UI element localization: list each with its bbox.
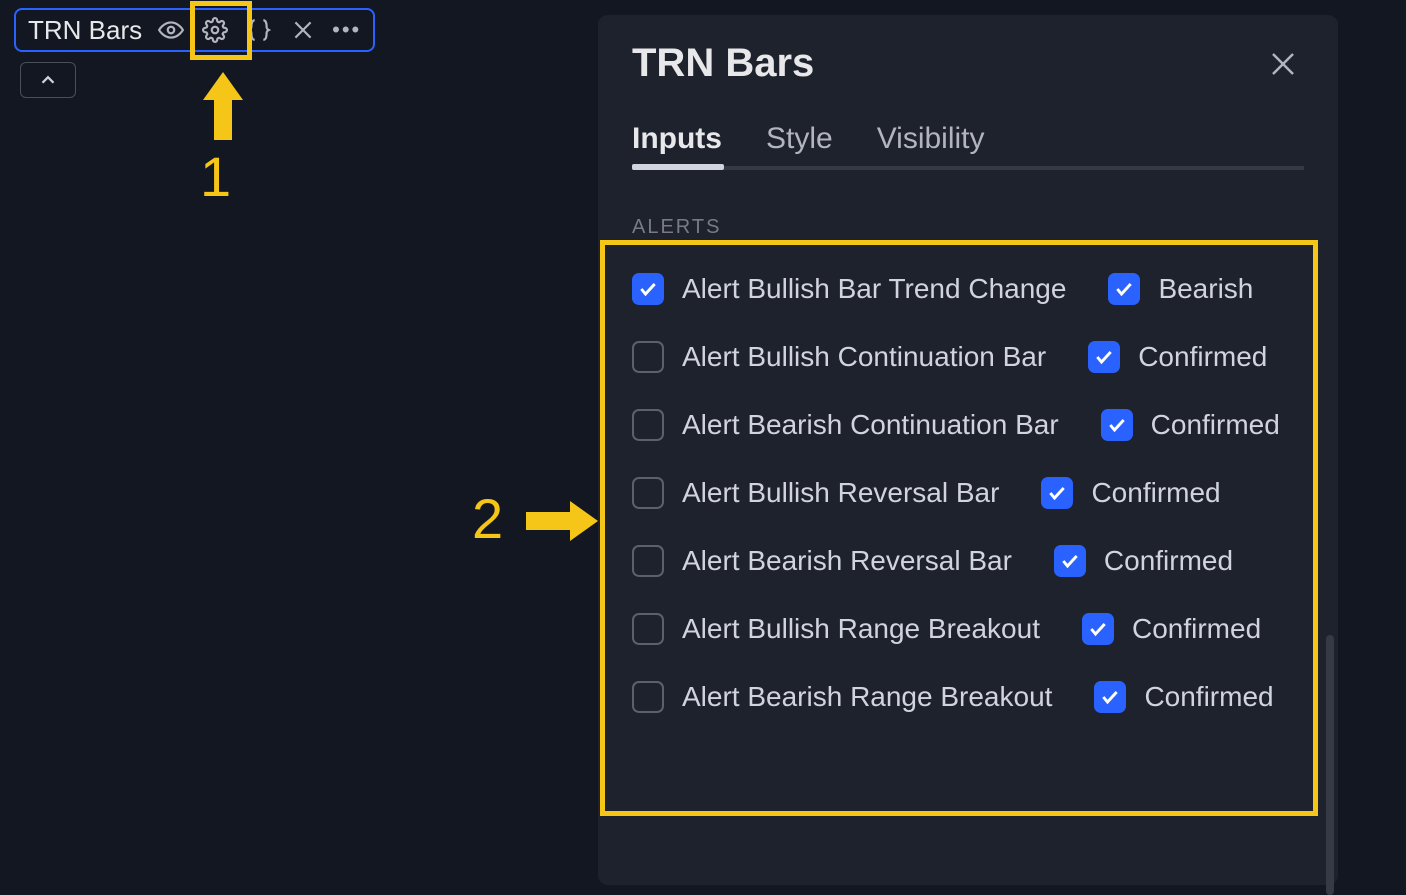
indicator-legend-pill[interactable]: TRN Bars ••• [14,8,375,52]
alert-row: Alert Bearish Range Breakout Confirmed [632,681,1304,713]
alert-primary-label: Alert Bearish Range Breakout [682,681,1052,713]
tab-inputs[interactable]: Inputs [632,122,722,156]
alert-secondary-label: Confirmed [1144,681,1273,713]
alert-primary-label: Alert Bearish Continuation Bar [682,409,1059,441]
alert-secondary-checkbox[interactable] [1054,545,1086,577]
alert-primary-label: Alert Bullish Reversal Bar [682,477,999,509]
alert-primary-label: Alert Bearish Reversal Bar [682,545,1012,577]
annotation-arrow-1 [203,72,243,100]
alert-secondary-checkbox[interactable] [1088,341,1120,373]
close-icon[interactable] [288,15,318,45]
annotation-label-1: 1 [200,144,231,209]
alert-row: Alert Bearish Continuation Bar Confirmed [632,409,1304,441]
active-tab-underline [632,164,724,170]
alert-primary-checkbox[interactable] [632,681,664,713]
tab-visibility[interactable]: Visibility [877,122,985,156]
source-code-icon[interactable] [244,15,274,45]
alert-row: Alert Bullish Bar Trend Change Bearish [632,273,1304,305]
settings-dialog: TRN Bars Inputs Style Visibility ALERTS … [598,15,1338,885]
section-title-alerts: ALERTS [632,216,1304,239]
tab-style[interactable]: Style [766,122,833,156]
gear-icon[interactable] [200,15,230,45]
scrollbar-thumb[interactable] [1326,635,1334,895]
annotation-arrow-1-shaft [214,98,232,140]
alert-secondary-label: Confirmed [1104,545,1233,577]
alert-secondary-checkbox[interactable] [1082,613,1114,645]
alert-secondary-checkbox[interactable] [1094,681,1126,713]
alert-primary-checkbox[interactable] [632,409,664,441]
annotation-arrow-2 [570,501,598,541]
alert-primary-checkbox[interactable] [632,273,664,305]
alert-primary-label: Alert Bullish Range Breakout [682,613,1040,645]
alert-secondary-label: Confirmed [1151,409,1280,441]
alert-row: Alert Bullish Range Breakout Confirmed [632,613,1304,645]
annotation-label-2: 2 [472,486,503,551]
alert-secondary-checkbox[interactable] [1108,273,1140,305]
annotation-arrow-2-shaft [526,512,572,530]
indicator-title: TRN Bars [28,15,142,46]
alert-secondary-label: Confirmed [1132,613,1261,645]
alert-secondary-label: Bearish [1158,273,1253,305]
more-icon[interactable]: ••• [332,17,361,43]
alert-row: Alert Bearish Reversal Bar Confirmed [632,545,1304,577]
alert-secondary-checkbox[interactable] [1101,409,1133,441]
alert-primary-checkbox[interactable] [632,341,664,373]
alert-primary-label: Alert Bullish Continuation Bar [682,341,1046,373]
alert-secondary-checkbox[interactable] [1041,477,1073,509]
alert-secondary-label: Confirmed [1138,341,1267,373]
dialog-title: TRN Bars [632,41,814,86]
alert-secondary-label: Confirmed [1091,477,1220,509]
eye-icon[interactable] [156,15,186,45]
dialog-tabs: Inputs Style Visibility [632,122,1304,170]
alert-primary-checkbox[interactable] [632,613,664,645]
alert-primary-checkbox[interactable] [632,545,664,577]
alerts-rows: Alert Bullish Bar Trend ChangeBearishAle… [632,273,1304,713]
alert-row: Alert Bullish Reversal Bar Confirmed [632,477,1304,509]
collapse-button[interactable] [20,62,76,98]
dialog-close-button[interactable] [1262,43,1304,85]
alert-row: Alert Bullish Continuation Bar Confirmed [632,341,1304,373]
alert-primary-checkbox[interactable] [632,477,664,509]
alert-primary-label: Alert Bullish Bar Trend Change [682,273,1066,305]
